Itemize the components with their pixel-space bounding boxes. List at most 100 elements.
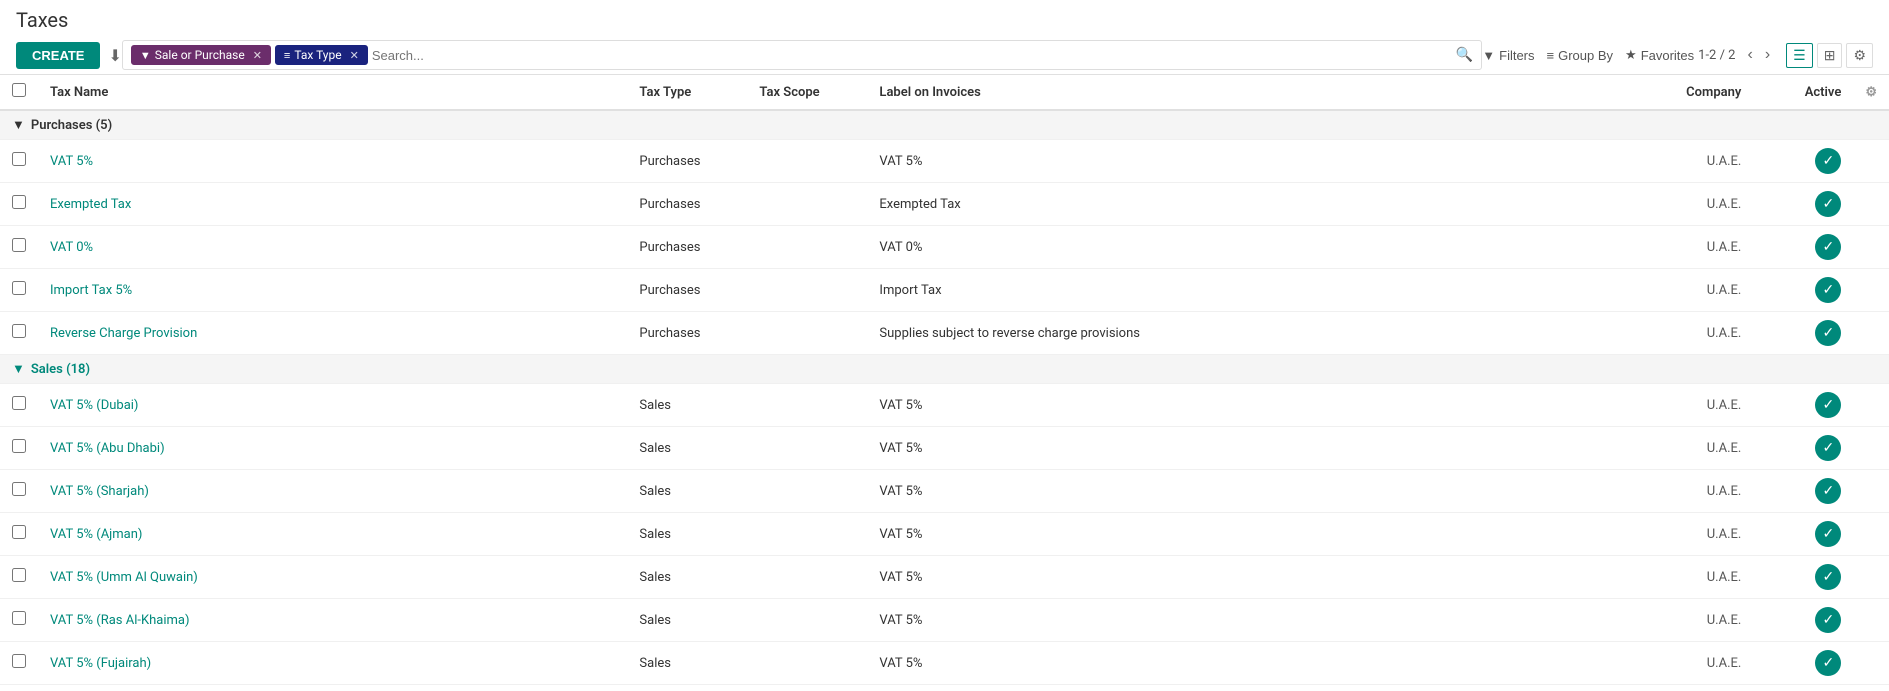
cell-scope-6 [747, 384, 867, 427]
row-checkbox-7[interactable] [12, 439, 26, 453]
group-arrow-purchases[interactable]: ▼ [12, 117, 25, 133]
cell-company-1: U.A.E. [1653, 140, 1753, 183]
table-row[interactable]: VAT 5% (Sharjah) Sales VAT 5% U.A.E. ✓ [0, 470, 1889, 513]
table-row[interactable]: VAT 5% (Ajman) Sales VAT 5% U.A.E. ✓ [0, 513, 1889, 556]
cell-label-11: VAT 5% [867, 599, 1653, 642]
cell-scope-11 [747, 599, 867, 642]
cell-tax-type-2: Purchases [627, 183, 747, 226]
cell-tax-name-12: VAT 5% (Fujairah) [38, 642, 627, 685]
cell-active-12: ✓ [1753, 642, 1853, 685]
active-badge-3[interactable]: ✓ [1815, 234, 1841, 260]
row-checkbox-8[interactable] [12, 482, 26, 496]
cell-active-10: ✓ [1753, 556, 1853, 599]
table-row[interactable]: VAT 5% (Abu Dhabi) Sales VAT 5% U.A.E. ✓ [0, 427, 1889, 470]
row-checkbox-2[interactable] [12, 195, 26, 209]
filter-tag-tax-type[interactable]: ≡ Tax Type ✕ [275, 45, 368, 65]
row-checkbox-9[interactable] [12, 525, 26, 539]
cell-tax-name-11: VAT 5% (Ras Al-Khaima) [38, 599, 627, 642]
active-badge-5[interactable]: ✓ [1815, 320, 1841, 346]
cell-tax-type-4: Purchases [627, 269, 747, 312]
table-row[interactable]: Exempted Tax Purchases Exempted Tax U.A.… [0, 183, 1889, 226]
download-icon[interactable]: ⬇ [108, 46, 121, 65]
group-header-purchases: ▼Purchases (5) [0, 110, 1889, 140]
cell-scope-12 [747, 642, 867, 685]
table-row[interactable]: VAT 0% Purchases VAT 0% U.A.E. ✓ [0, 226, 1889, 269]
cell-tax-type-6: Sales [627, 384, 747, 427]
groupby-button[interactable]: ≡ Group By [1547, 48, 1614, 63]
row-checkbox-10[interactable] [12, 568, 26, 582]
star-icon: ★ [1625, 47, 1637, 63]
cell-label-10: VAT 5% [867, 556, 1653, 599]
cell-company-9: U.A.E. [1653, 513, 1753, 556]
cell-scope-4 [747, 269, 867, 312]
cell-tax-name-9: VAT 5% (Ajman) [38, 513, 627, 556]
row-checkbox-6[interactable] [12, 396, 26, 410]
cell-company-5: U.A.E. [1653, 312, 1753, 355]
cell-label-1: VAT 5% [867, 140, 1653, 183]
pagination-next[interactable]: › [1761, 44, 1774, 66]
active-badge-7[interactable]: ✓ [1815, 435, 1841, 461]
active-badge-11[interactable]: ✓ [1815, 607, 1841, 633]
active-badge-6[interactable]: ✓ [1815, 392, 1841, 418]
filter-layers-icon: ≡ [284, 49, 290, 62]
pagination-info: 1-2 / 2 [1698, 48, 1735, 63]
table-row[interactable]: VAT 5% (Ras Al-Khaima) Sales VAT 5% U.A.… [0, 599, 1889, 642]
column-settings-button[interactable]: ⚙ [1846, 43, 1873, 68]
col-header-tax-type: Tax Type [627, 75, 747, 110]
create-button[interactable]: CREATE [16, 42, 100, 69]
table-row[interactable]: VAT 5% (Umm Al Quwain) Sales VAT 5% U.A.… [0, 556, 1889, 599]
active-badge-8[interactable]: ✓ [1815, 478, 1841, 504]
cell-scope-2 [747, 183, 867, 226]
active-badge-10[interactable]: ✓ [1815, 564, 1841, 590]
table-row[interactable]: VAT 5% (Fujairah) Sales VAT 5% U.A.E. ✓ [0, 642, 1889, 685]
row-checkbox-3[interactable] [12, 238, 26, 252]
search-input[interactable] [372, 48, 1452, 63]
active-badge-9[interactable]: ✓ [1815, 521, 1841, 547]
pagination-prev[interactable]: ‹ [1743, 44, 1756, 66]
active-badge-12[interactable]: ✓ [1815, 650, 1841, 676]
cell-active-11: ✓ [1753, 599, 1853, 642]
cell-active-6: ✓ [1753, 384, 1853, 427]
table-settings-icon[interactable]: ⚙ [1865, 85, 1877, 100]
cell-scope-5 [747, 312, 867, 355]
cell-label-4: Import Tax [867, 269, 1653, 312]
cell-tax-type-12: Sales [627, 642, 747, 685]
row-checkbox-11[interactable] [12, 611, 26, 625]
filter-tag-sale-purchase[interactable]: ▼ Sale or Purchase ✕ [131, 45, 271, 65]
kanban-view-button[interactable]: ⊞ [1817, 43, 1843, 68]
cell-label-12: VAT 5% [867, 642, 1653, 685]
col-header-label-invoices: Label on Invoices [867, 75, 1653, 110]
cell-tax-type-10: Sales [627, 556, 747, 599]
table-row[interactable]: VAT 5% Purchases VAT 5% U.A.E. ✓ [0, 140, 1889, 183]
cell-scope-7 [747, 427, 867, 470]
cell-tax-name-4: Import Tax 5% [38, 269, 627, 312]
filter-tag-close-tax-type[interactable]: ✕ [350, 49, 359, 62]
cell-scope-3 [747, 226, 867, 269]
active-badge-2[interactable]: ✓ [1815, 191, 1841, 217]
active-badge-4[interactable]: ✓ [1815, 277, 1841, 303]
row-checkbox-12[interactable] [12, 654, 26, 668]
active-badge-1[interactable]: ✓ [1815, 148, 1841, 174]
group-label-sales: Sales (18) [31, 362, 90, 377]
row-checkbox-1[interactable] [12, 152, 26, 166]
select-all-checkbox[interactable] [12, 83, 26, 97]
cell-label-8: VAT 5% [867, 470, 1653, 513]
cell-company-7: U.A.E. [1653, 427, 1753, 470]
cell-tax-type-3: Purchases [627, 226, 747, 269]
filter-tag-close-sale-purchase[interactable]: ✕ [253, 49, 262, 62]
table-row[interactable]: Reverse Charge Provision Purchases Suppl… [0, 312, 1889, 355]
filters-button[interactable]: ▼ Filters [1482, 48, 1534, 63]
search-icon[interactable]: 🔍 [1456, 47, 1473, 63]
row-checkbox-5[interactable] [12, 324, 26, 338]
table-container: Tax Name Tax Type Tax Scope Label on Inv… [0, 75, 1889, 685]
table-row[interactable]: VAT 5% (Dubai) Sales VAT 5% U.A.E. ✓ [0, 384, 1889, 427]
cell-company-4: U.A.E. [1653, 269, 1753, 312]
table-row[interactable]: Import Tax 5% Purchases Import Tax U.A.E… [0, 269, 1889, 312]
groupby-icon: ≡ [1547, 48, 1555, 63]
cell-active-8: ✓ [1753, 470, 1853, 513]
list-view-button[interactable]: ☰ [1786, 43, 1813, 68]
row-checkbox-4[interactable] [12, 281, 26, 295]
group-arrow-sales[interactable]: ▼ [12, 361, 25, 377]
favorites-button[interactable]: ★ Favorites [1625, 47, 1694, 63]
cell-active-3: ✓ [1753, 226, 1853, 269]
